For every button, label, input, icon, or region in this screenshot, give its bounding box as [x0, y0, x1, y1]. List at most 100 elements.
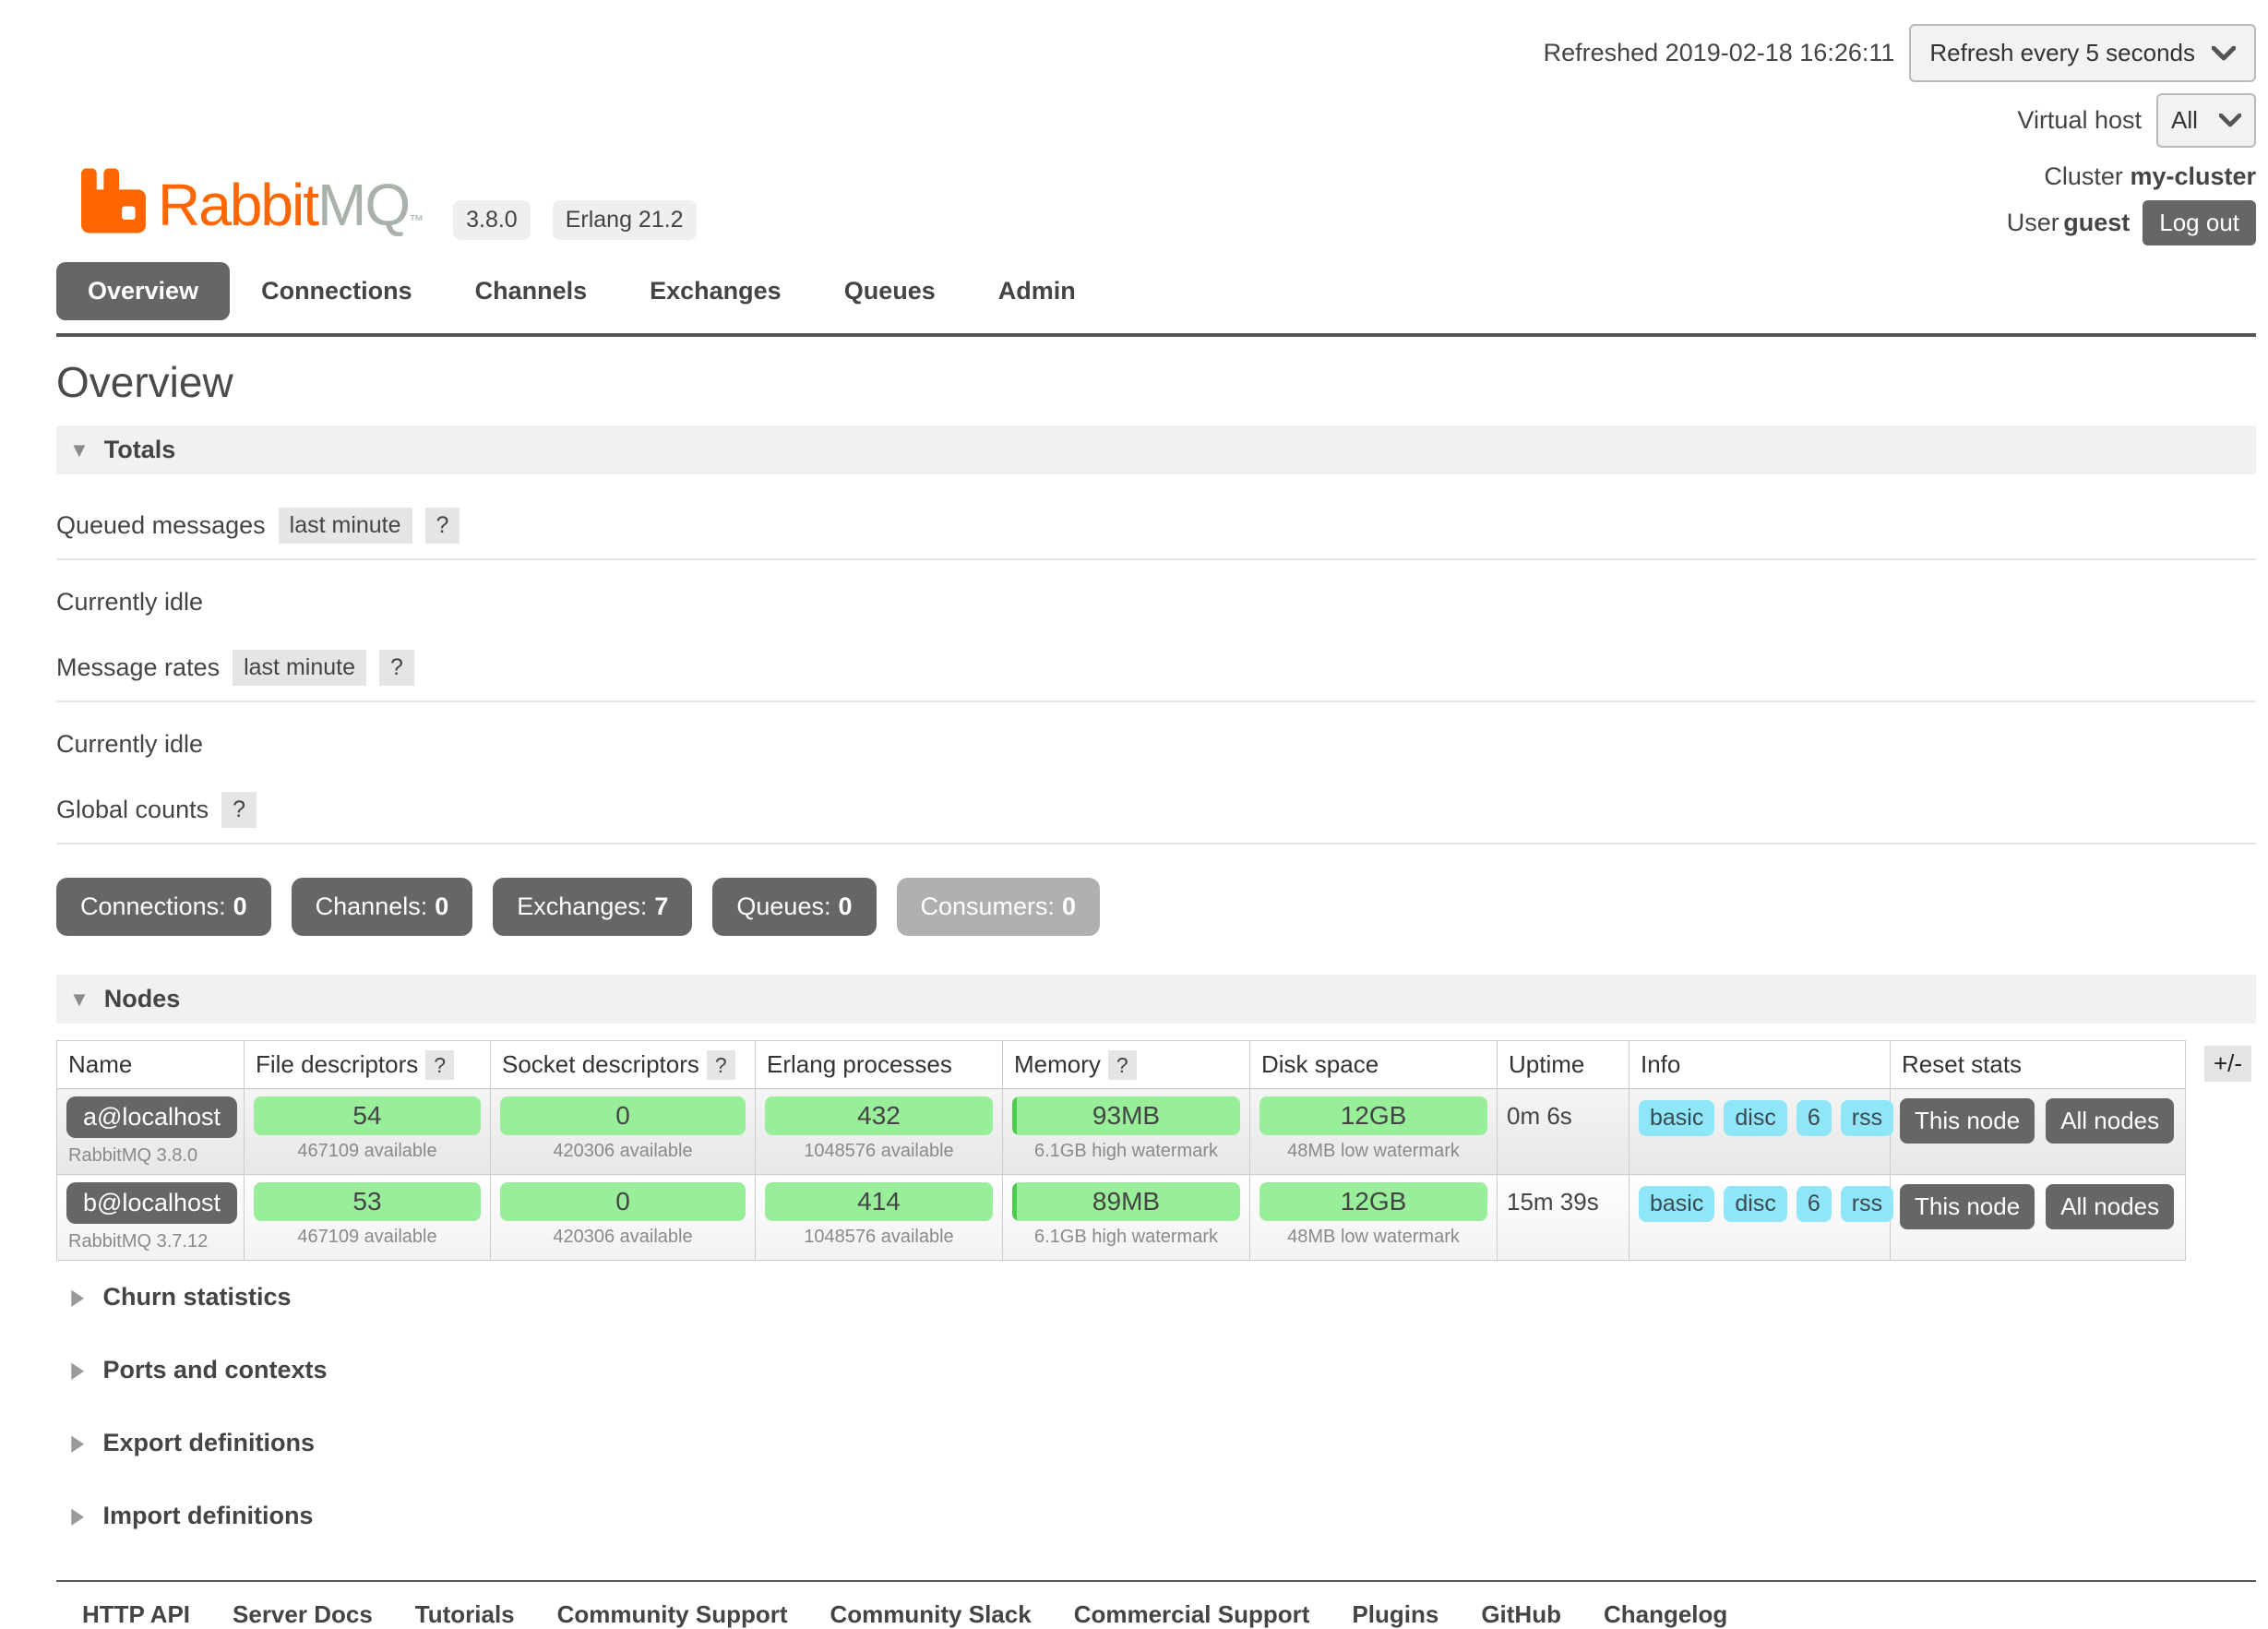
fd-note: 467109 available: [254, 1141, 481, 1162]
ports-and-contexts-section[interactable]: ▶ Ports and contexts: [69, 1334, 2256, 1407]
nodes-section-header[interactable]: ▼ Nodes: [56, 975, 2256, 1024]
tab-overview[interactable]: Overview: [56, 262, 230, 320]
fd-note: 467109 available: [254, 1227, 481, 1248]
channels-count-button[interactable]: Channels:0: [292, 878, 473, 936]
churn-statistics-section[interactable]: ▶ Churn statistics: [69, 1261, 2256, 1334]
rabbitmq-logo[interactable]: RabbitMQ™: [78, 163, 422, 246]
rates-help-icon[interactable]: ?: [379, 650, 414, 686]
info-badge-rss: rss: [1841, 1186, 1893, 1222]
footer-link-community-slack[interactable]: Community Slack: [830, 1600, 1032, 1629]
tab-channels[interactable]: Channels: [444, 262, 619, 320]
col-memory: Memory?: [1003, 1041, 1250, 1089]
sd-help-icon[interactable]: ?: [707, 1050, 735, 1080]
header: RabbitMQ™ 3.8.0 Erlang 21.2 Refreshed 20…: [56, 0, 2256, 246]
refresh-interval-select[interactable]: Refresh every 5 seconds: [1909, 24, 2256, 82]
footer-link-changelog[interactable]: Changelog: [1604, 1600, 1727, 1629]
import-definitions-section[interactable]: ▶ Import definitions: [69, 1479, 2256, 1552]
queued-messages-label: Queued messages: [56, 511, 266, 540]
cluster-label: Cluster: [2044, 162, 2123, 191]
tab-admin[interactable]: Admin: [967, 262, 1107, 320]
virtual-host-select[interactable]: All: [2156, 93, 2256, 148]
col-file-descriptors: File descriptors?: [245, 1041, 491, 1089]
tab-exchanges[interactable]: Exchanges: [618, 262, 813, 320]
chevron-down-icon: [2212, 46, 2236, 61]
reset-this-node-button[interactable]: This node: [1900, 1098, 2035, 1144]
collapse-triangle-icon: ▼: [69, 988, 90, 1012]
uptime-value: 0m 6s: [1507, 1096, 1619, 1131]
queued-help-icon[interactable]: ?: [425, 508, 460, 544]
footer-link-github[interactable]: GitHub: [1481, 1600, 1561, 1629]
footer-link-server-docs[interactable]: Server Docs: [233, 1600, 373, 1629]
rabbitmq-rabbit-icon: [78, 163, 149, 246]
fd-help-icon[interactable]: ?: [425, 1050, 454, 1080]
nav-tabs: Overview Connections Channels Exchanges …: [56, 262, 2256, 320]
chevron-down-icon: [2219, 114, 2241, 127]
rabbitmq-version-badge: 3.8.0: [453, 200, 531, 240]
global-help-icon[interactable]: ?: [221, 792, 257, 828]
connections-count-button[interactable]: Connections:0: [56, 878, 271, 936]
proc-bar: 432: [765, 1096, 993, 1135]
footer-link-http-api[interactable]: HTTP API: [82, 1600, 190, 1629]
table-header-row: Name File descriptors? Socket descriptor…: [57, 1041, 2186, 1089]
column-selector-button[interactable]: +/-: [2204, 1046, 2251, 1082]
tab-connections[interactable]: Connections: [230, 262, 444, 320]
global-counts-label: Global counts: [56, 796, 209, 824]
info-badge-cores: 6: [1796, 1186, 1832, 1222]
exchanges-count-button[interactable]: Exchanges:7: [493, 878, 692, 936]
info-badge-cores: 6: [1796, 1100, 1832, 1136]
global-count-buttons: Connections:0 Channels:0 Exchanges:7 Que…: [56, 878, 2256, 936]
sd-note: 420306 available: [500, 1141, 746, 1162]
reset-this-node-button[interactable]: This node: [1900, 1184, 2035, 1229]
footer-link-community-support[interactable]: Community Support: [557, 1600, 788, 1629]
disk-bar: 12GB: [1259, 1096, 1487, 1135]
footer-link-tutorials[interactable]: Tutorials: [415, 1600, 515, 1629]
node-row-a: a@localhost RabbitMQ 3.8.0 54 467109 ava…: [57, 1089, 2186, 1175]
expand-triangle-icon: ▶: [71, 1357, 84, 1383]
sd-bar: 0: [500, 1182, 746, 1221]
message-rates-row: Message rates last minute ?: [56, 637, 2256, 702]
info-badge-rss: rss: [1841, 1100, 1893, 1136]
uptime-value: 15m 39s: [1507, 1182, 1619, 1216]
page-title: Overview: [56, 357, 2256, 407]
node-name-badge[interactable]: a@localhost: [66, 1096, 237, 1138]
disk-bar: 12GB: [1259, 1182, 1487, 1221]
info-badge-basic: basic: [1639, 1186, 1714, 1222]
queued-messages-row: Queued messages last minute ?: [56, 495, 2256, 560]
memory-help-icon[interactable]: ?: [1108, 1050, 1137, 1080]
virtual-host-label: Virtual host: [2017, 106, 2142, 135]
fd-bar: 53: [254, 1182, 481, 1221]
disk-note: 48MB low watermark: [1259, 1141, 1487, 1162]
user-name: guest: [2063, 209, 2130, 237]
rates-mode-badge[interactable]: last minute: [233, 650, 366, 686]
proc-note: 1048576 available: [765, 1141, 993, 1162]
sd-bar: 0: [500, 1096, 746, 1135]
memory-bar: 89MB: [1012, 1182, 1240, 1221]
node-version: RabbitMQ 3.8.0: [66, 1145, 234, 1167]
export-definitions-section[interactable]: ▶ Export definitions: [69, 1407, 2256, 1479]
col-name: Name: [57, 1041, 245, 1089]
queued-mode-badge[interactable]: last minute: [279, 508, 412, 544]
global-counts-row: Global counts ?: [56, 779, 2256, 844]
brand-name: RabbitMQ™: [158, 175, 422, 234]
col-socket-descriptors: Socket descriptors?: [491, 1041, 756, 1089]
reset-all-nodes-button[interactable]: All nodes: [2046, 1184, 2174, 1229]
tabs-divider: [56, 333, 2256, 337]
info-badge-disc: disc: [1724, 1100, 1786, 1136]
erlang-version-badge: Erlang 21.2: [553, 200, 697, 240]
expand-triangle-icon: ▶: [71, 1503, 84, 1529]
footer-link-plugins[interactable]: Plugins: [1352, 1600, 1438, 1629]
queues-count-button[interactable]: Queues:0: [712, 878, 876, 936]
logout-button[interactable]: Log out: [2143, 200, 2256, 246]
collapse-triangle-icon: ▼: [69, 438, 90, 462]
message-rates-label: Message rates: [56, 653, 220, 682]
reset-all-nodes-button[interactable]: All nodes: [2046, 1098, 2174, 1144]
expand-triangle-icon: ▶: [71, 1284, 84, 1311]
node-name-badge[interactable]: b@localhost: [66, 1182, 237, 1224]
tab-queues[interactable]: Queues: [813, 262, 967, 320]
totals-section-header[interactable]: ▼ Totals: [56, 425, 2256, 474]
node-row-b: b@localhost RabbitMQ 3.7.12 53 467109 av…: [57, 1175, 2186, 1261]
info-badge-basic: basic: [1639, 1100, 1714, 1136]
consumers-count-button: Consumers:0: [897, 878, 1101, 936]
proc-bar: 414: [765, 1182, 993, 1221]
footer-link-commercial-support[interactable]: Commercial Support: [1074, 1600, 1310, 1629]
